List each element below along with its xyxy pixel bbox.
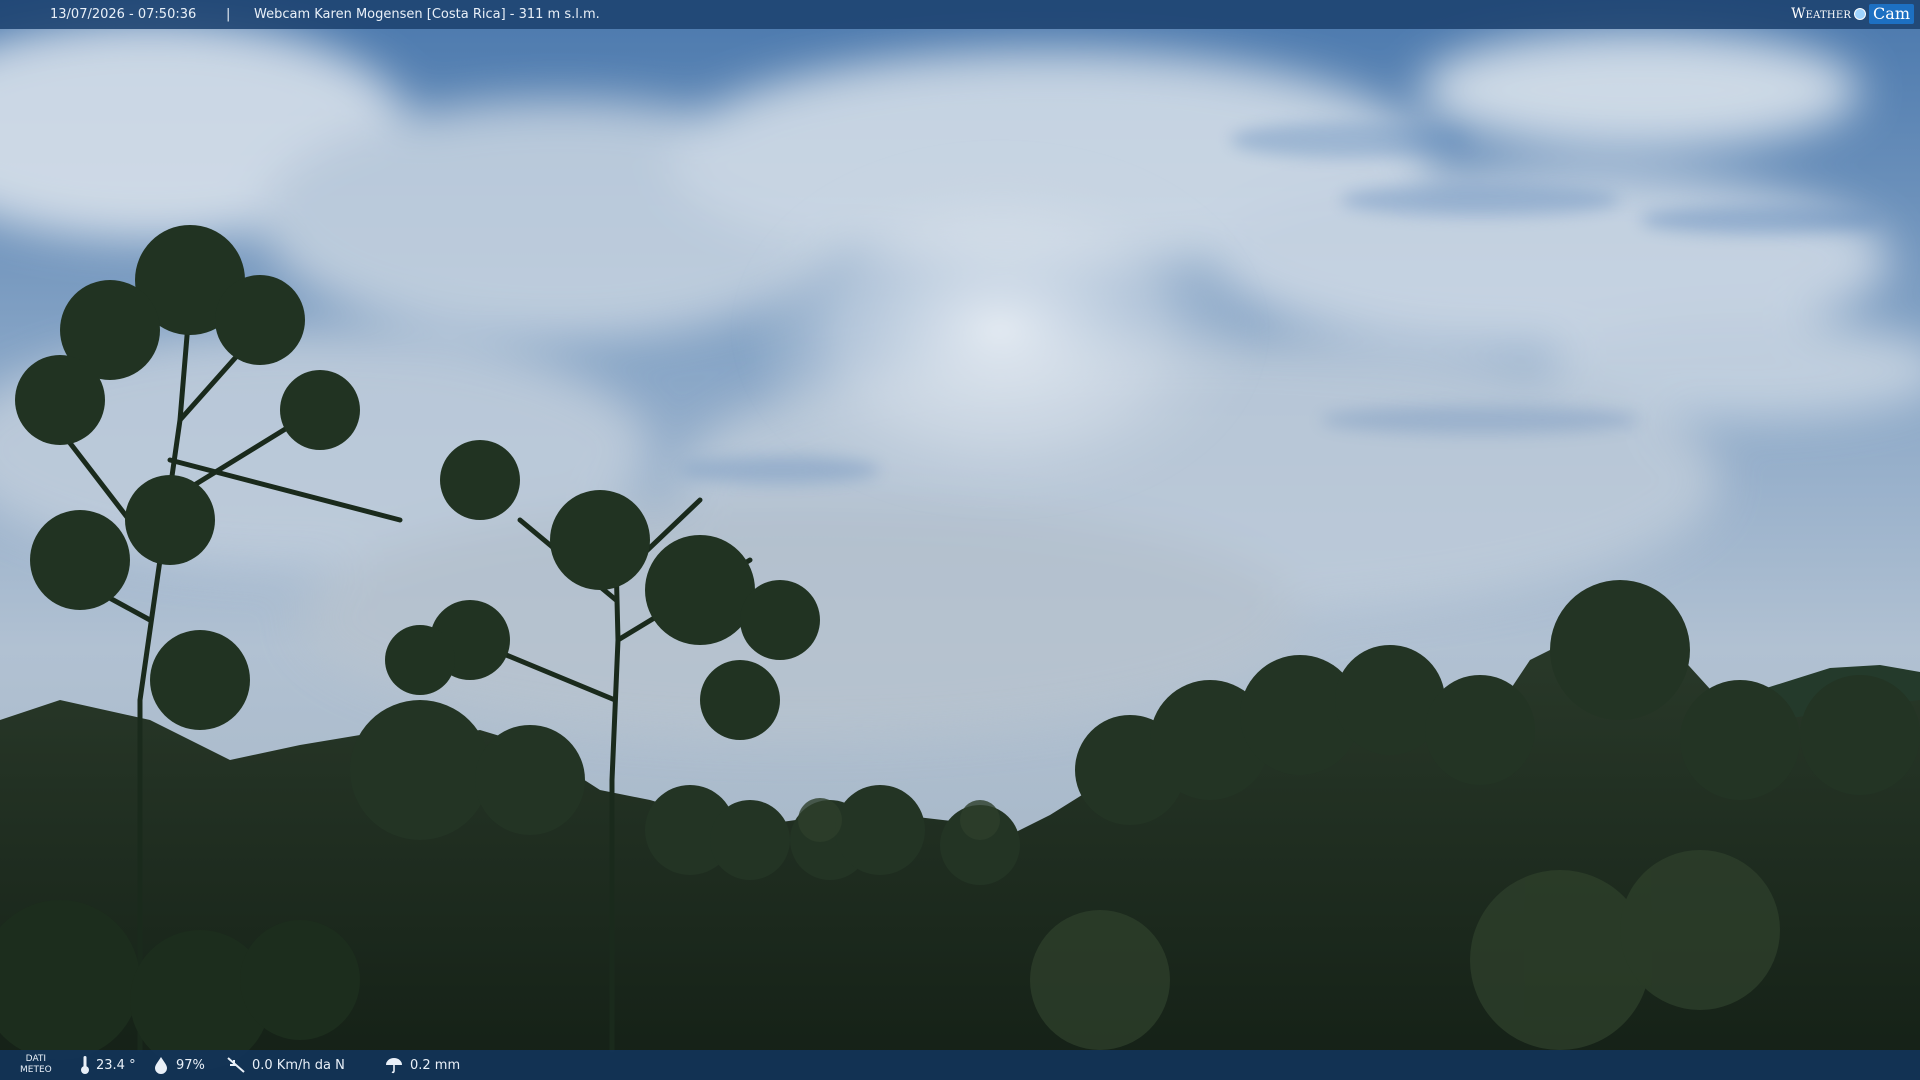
humidity-readout: 97% [152,1050,205,1080]
temperature-readout: 23.4 ° [80,1050,136,1080]
rain-value: 0.2 mm [410,1057,461,1073]
timestamp: 13/07/2026 - 07:50:36 [50,7,197,22]
webcam-image [0,0,1920,1080]
meteo-bar: DATI METEO 23.4 ° 97% 0.0 Km/h da N 0.2 … [0,1050,1920,1080]
logo-dot-icon [1854,8,1867,20]
rain-readout: 0.2 mm [384,1050,460,1080]
temperature-value: 23.4 ° [96,1057,136,1073]
umbrella-icon [386,1058,402,1074]
meteo-label-line2: METEO [20,1065,52,1075]
wind-readout: 0.0 Km/h da N [226,1050,345,1080]
meteo-label-line1: DATI [25,1054,47,1064]
webcam-title: Webcam Karen Mogensen [Costa Rica] - 311… [254,7,600,22]
title-separator: | [226,7,231,22]
wind-value: 0.0 Km/h da N [252,1057,345,1073]
thermometer-icon [81,1056,89,1074]
wind-vane-icon [227,1057,245,1073]
weathercam-logo: Weather Cam [1791,3,1914,25]
logo-weather-text: Weather [1791,5,1852,22]
top-overlay-bar: 13/07/2026 - 07:50:36 | Webcam Karen Mog… [0,0,1920,29]
meteo-label: DATI METEO [20,1054,52,1076]
humidity-value: 97% [176,1057,205,1073]
water-drop-icon [155,1057,167,1074]
logo-cam-text: Cam [1869,4,1914,24]
